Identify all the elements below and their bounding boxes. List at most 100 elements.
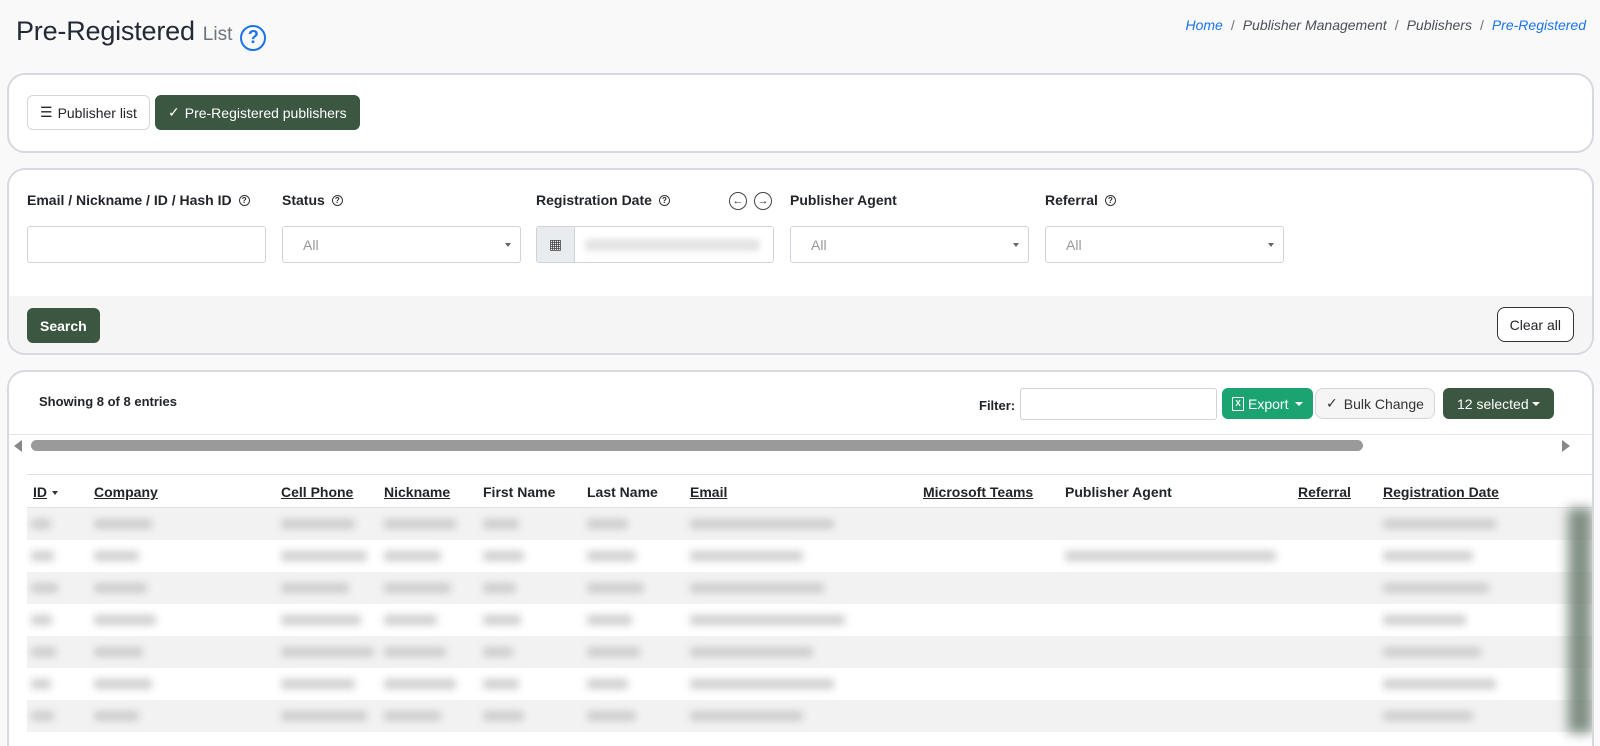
redacted-cell [483,519,519,529]
horizontal-scrollbar[interactable] [9,434,1592,458]
redacted-cell [483,583,516,593]
redacted-cell [1383,551,1474,561]
column-header-referral[interactable]: Referral [1298,484,1351,500]
redacted-cell [31,711,55,721]
scrollbar-thumb[interactable] [31,440,1363,451]
check-icon: ✓ [1326,395,1338,411]
redacted-cell [1383,647,1481,657]
clear-all-button[interactable]: Clear all [1496,307,1574,342]
redacted-cell [31,615,53,625]
question-icon[interactable]: ? [658,194,670,206]
redacted-cell [384,551,442,561]
column-header-publisher-agent: Publisher Agent [1065,484,1172,500]
table-row[interactable] [27,540,1592,572]
page-header: Pre-Registered List ? Home / Publisher M… [16,14,1586,54]
redacted-cell [281,615,362,625]
redacted-cell [690,583,824,593]
publisher-agent-label-text: Publisher Agent [790,192,897,208]
bulk-change-button[interactable]: ✓ Bulk Change [1315,388,1435,419]
redacted-cell [1065,551,1277,561]
table-body [27,508,1592,733]
view-switch-card: ☰ Publisher list ✓ Pre-Registered publis… [7,73,1594,153]
redacted-cell [690,679,834,689]
redacted-cell [1383,615,1466,625]
scroll-right-arrow-icon[interactable] [1562,440,1570,452]
redacted-cell [483,615,522,625]
redacted-cell [281,679,355,689]
table-row[interactable] [27,508,1592,540]
arrow-left-icon[interactable]: ← [729,192,747,210]
redacted-cell [384,711,442,721]
question-icon[interactable]: ? [1104,194,1116,206]
redacted-cell [483,711,525,721]
redacted-cell [690,551,803,561]
registration-date-range[interactable]: ▦ [536,226,774,263]
column-header-nickname[interactable]: Nickname [384,484,450,500]
referral-select[interactable]: All [1045,226,1284,263]
publisher-agent-select-value: All [811,236,827,253]
redacted-cell [94,711,139,721]
bulk-change-label: Bulk Change [1343,395,1424,412]
registration-date-label: Registration Date ? [536,192,670,208]
publisher-agent-select[interactable]: All [790,226,1029,263]
entries-count: Showing 8 of 8 entries [39,394,177,409]
excel-icon: X [1232,396,1244,411]
table-row[interactable] [27,604,1592,636]
question-icon[interactable]: ? [238,194,250,206]
redacted-cell [31,551,55,561]
redacted-cell [587,551,636,561]
registration-date-label-text: Registration Date [536,192,652,208]
publisher-list-button[interactable]: ☰ Publisher list [27,95,150,130]
export-button[interactable]: X Export [1222,388,1314,419]
export-label: Export [1248,395,1289,412]
column-header-id[interactable]: ID [33,484,58,500]
filters-card: Email / Nickname / ID / Hash ID ? Status… [7,168,1594,355]
pre-registered-publishers-button[interactable]: ✓ Pre-Registered publishers [155,95,360,130]
redacted-cell [94,583,148,593]
redacted-cell [483,647,513,657]
referral-label-text: Referral [1045,192,1098,208]
status-filter-label: Status ? [282,192,343,208]
status-select[interactable]: All [282,226,521,263]
arrow-right-icon[interactable]: → [754,192,772,210]
redacted-cell [94,519,152,529]
help-circle-icon[interactable]: ? [240,24,267,51]
column-header-first-name: First Name [483,484,556,500]
table-row[interactable] [27,572,1592,604]
column-header-registration-date[interactable]: Registration Date [1383,484,1499,500]
redacted-cell [587,519,629,529]
table-row[interactable] [27,636,1592,668]
status-filter-label-text: Status [282,192,325,208]
registration-date-input[interactable] [575,227,773,262]
selected-columns-dropdown[interactable]: 12 selected [1443,388,1554,419]
redacted-cell [587,615,633,625]
table-row[interactable] [27,700,1592,732]
column-header-cell-phone[interactable]: Cell Phone [281,484,353,500]
email-filter-label: Email / Nickname / ID / Hash ID ? [27,192,250,208]
search-button[interactable]: Search [27,308,100,343]
page-title-main: Pre-Registered [16,16,195,46]
column-header-microsoft-teams[interactable]: Microsoft Teams [923,484,1033,500]
email-input[interactable] [27,226,266,263]
breadcrumb-home[interactable]: Home [1185,17,1222,33]
chevron-down-icon [1531,401,1540,406]
selected-columns-label: 12 selected [1457,395,1529,412]
redacted-cell [1383,711,1474,721]
check-icon: ✓ [168,104,180,120]
column-header-last-name: Last Name [587,484,658,500]
table-row[interactable] [27,668,1592,700]
table-filter-input[interactable] [1020,388,1217,420]
scroll-left-arrow-icon[interactable] [14,440,22,452]
breadcrumb-pre-registered[interactable]: Pre-Registered [1492,17,1586,33]
redacted-cell [94,551,139,561]
column-header-company[interactable]: Company [94,484,158,500]
redacted-cell [281,519,355,529]
referral-select-value: All [1066,236,1082,253]
question-icon[interactable]: ? [331,194,343,206]
status-select-value: All [303,236,319,253]
redacted-cell [94,679,152,689]
redacted-cell [281,583,349,593]
redacted-cell [384,647,447,657]
column-header-email[interactable]: Email [690,484,727,500]
redacted-cell [690,519,834,529]
